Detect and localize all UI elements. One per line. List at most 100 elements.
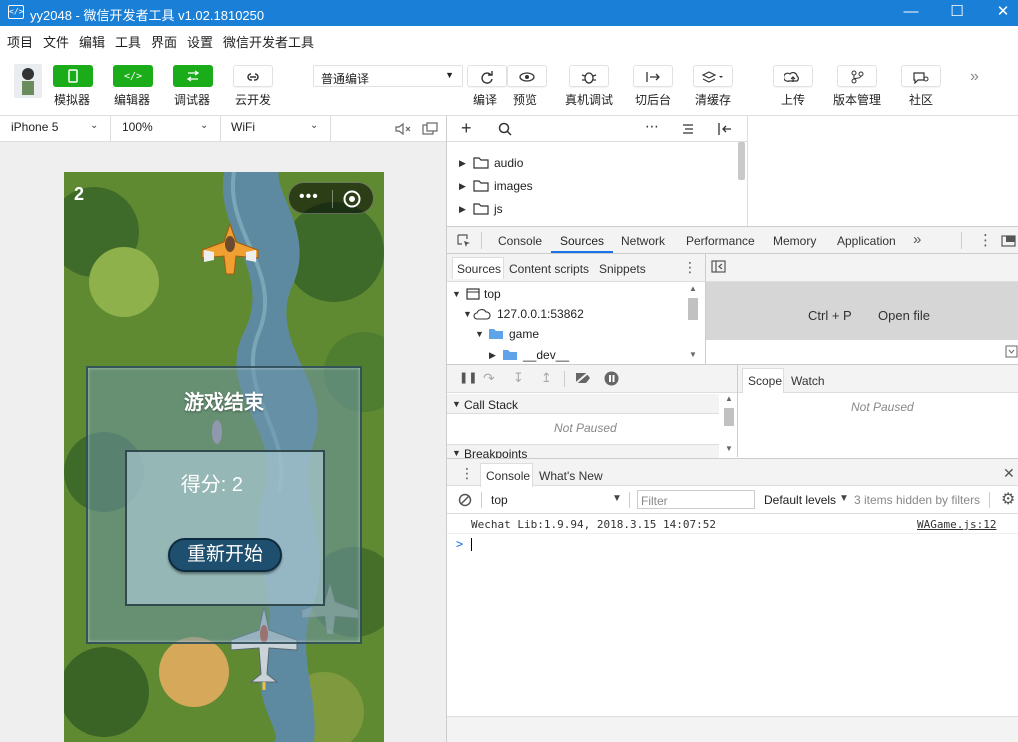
more-chevrons-icon[interactable]: » xyxy=(970,68,979,86)
inspect-element-icon[interactable] xyxy=(457,234,471,248)
compile-button[interactable] xyxy=(467,65,507,87)
background-button[interactable] xyxy=(633,65,673,87)
menu-project[interactable]: 项目 xyxy=(7,32,33,51)
toggle-editor-icon[interactable] xyxy=(717,122,733,136)
more-tabs-icon[interactable]: » xyxy=(913,231,921,248)
breakpoints-title: Breakpoints xyxy=(464,447,528,458)
tab-performance[interactable]: Performance xyxy=(686,234,755,248)
format-icon[interactable] xyxy=(1005,345,1018,358)
scope-watch-tabs: Scope Watch xyxy=(738,365,1018,393)
devtools-tab-bar: Console Sources Network Performance Memo… xyxy=(447,226,1018,254)
sidebar-scrollbar[interactable]: ▲ ▼ xyxy=(723,394,735,456)
navigator-scrollbar[interactable]: ▲ ▼ xyxy=(687,284,698,364)
menu-settings[interactable]: 设置 xyxy=(187,32,213,51)
collapse-tree-icon[interactable] xyxy=(681,123,695,135)
log-levels-select[interactable]: Default levels xyxy=(764,493,836,507)
detach-window-icon[interactable] xyxy=(422,122,438,136)
device-model-select[interactable]: iPhone 5 xyxy=(11,120,58,134)
cloud-upload-icon xyxy=(783,72,799,82)
clear-cache-button[interactable] xyxy=(693,65,733,87)
version-control-button[interactable] xyxy=(837,65,877,87)
toggle-navigator-icon[interactable] xyxy=(711,260,727,274)
step-over-icon[interactable]: ↷ xyxy=(483,370,495,387)
eye-icon xyxy=(519,72,535,82)
cloud-dev-button[interactable] xyxy=(233,65,273,87)
tab-watch[interactable]: Watch xyxy=(791,374,825,388)
dock-icon[interactable] xyxy=(1001,235,1017,247)
tab-sources[interactable]: Sources xyxy=(560,234,604,248)
close-miniprogram-icon[interactable] xyxy=(342,189,362,209)
more-options-icon[interactable]: ••• xyxy=(299,188,319,206)
menu-edit[interactable]: 编辑 xyxy=(79,32,105,51)
kebab-menu-icon[interactable]: ⋮ xyxy=(683,259,697,276)
close-button[interactable]: ✕ xyxy=(980,0,1018,26)
filter-placeholder: Filter xyxy=(641,494,668,508)
tab-console[interactable]: Console xyxy=(498,234,542,248)
network-select[interactable]: WiFi xyxy=(231,120,255,134)
step-out-icon[interactable]: ↥ xyxy=(541,370,552,386)
capsule-menu: ••• xyxy=(288,182,374,214)
debugger-toggle-button[interactable] xyxy=(173,65,213,87)
tab-memory[interactable]: Memory xyxy=(773,234,816,248)
score-counter: 2 xyxy=(74,184,85,204)
nav-host-label: 127.0.0.1:53862 xyxy=(497,307,584,321)
avatar[interactable] xyxy=(14,64,42,98)
right-panel: + ⋯ ▶ audio ▶ images ▶ js Console Source… xyxy=(446,116,1018,742)
filter-input[interactable]: Filter xyxy=(637,490,755,509)
console-drawer-tabs: ⋮ Console What's New ✕ xyxy=(447,458,1018,487)
tree-scrollbar[interactable] xyxy=(738,142,745,180)
remote-debug-button[interactable] xyxy=(569,65,609,87)
menu-file[interactable]: 文件 xyxy=(43,32,69,51)
pause-icon[interactable]: ❚❚ xyxy=(459,371,477,384)
step-into-icon[interactable]: ↧ xyxy=(513,370,524,386)
switch-background-icon xyxy=(646,72,660,82)
community-button[interactable] xyxy=(901,65,941,87)
console-prompt-row[interactable]: > xyxy=(447,534,1018,554)
deactivate-breakpoints-icon[interactable] xyxy=(574,371,592,385)
preview-button[interactable] xyxy=(507,65,547,87)
clear-console-icon[interactable] xyxy=(458,493,472,507)
drawer-tab-whats-new[interactable]: What's New xyxy=(539,469,603,483)
menu-interface[interactable]: 界面 xyxy=(151,32,177,51)
log-source-link[interactable]: WAGame.js:12 xyxy=(917,518,996,531)
editor-toggle-button[interactable]: </> xyxy=(113,65,153,87)
close-drawer-icon[interactable]: ✕ xyxy=(1003,465,1015,482)
search-icon[interactable] xyxy=(498,122,512,136)
menu-wechat-devtools[interactable]: 微信开发者工具 xyxy=(223,32,314,51)
context-select[interactable]: top xyxy=(491,493,508,507)
gear-icon[interactable]: ⚙ xyxy=(1001,489,1015,509)
menu-tools[interactable]: 工具 xyxy=(115,32,141,51)
tab-network[interactable]: Network xyxy=(621,234,665,248)
kebab-menu-icon[interactable]: ⋮ xyxy=(460,465,474,482)
compile-mode-select[interactable]: 普通编译 ▼ xyxy=(313,65,463,87)
drawer-tab-console[interactable]: Console xyxy=(486,469,530,483)
nav-game-label: game xyxy=(509,327,540,341)
simulator-toggle-button[interactable] xyxy=(53,65,93,87)
pause-on-exceptions-icon[interactable] xyxy=(604,371,620,387)
kebab-menu-icon[interactable]: ⋮ xyxy=(978,231,993,249)
subtab-sources[interactable]: Sources xyxy=(457,262,501,276)
tab-scope[interactable]: Scope xyxy=(748,374,782,388)
subtab-snippets[interactable]: Snippets xyxy=(599,262,646,276)
tab-application[interactable]: Application xyxy=(837,234,896,248)
community-label: 社区 xyxy=(909,93,934,107)
zoom-select[interactable]: 100% xyxy=(122,120,153,134)
tree-item-label: audio xyxy=(494,156,524,170)
upload-button[interactable] xyxy=(773,65,813,87)
dropdown-arrow-icon: ▼ xyxy=(839,493,849,504)
editor-tab-bar xyxy=(706,254,1018,282)
minimize-button[interactable]: — xyxy=(888,0,934,26)
subtab-content-scripts[interactable]: Content scripts xyxy=(509,262,589,276)
chevron-down-icon: ⌄ xyxy=(200,120,209,131)
add-file-icon[interactable]: + xyxy=(461,118,472,139)
call-stack-status: Not Paused xyxy=(554,421,617,435)
console-log-row: Wechat Lib:1.9.94, 2018.3.15 14:07:52 WA… xyxy=(447,514,1018,534)
more-icon[interactable]: ⋯ xyxy=(645,118,659,135)
call-stack-header[interactable]: ▼ Call Stack xyxy=(447,394,719,414)
restart-button[interactable]: 重新开始 xyxy=(168,538,282,572)
maximize-button[interactable]: ☐ xyxy=(934,0,980,26)
breakpoints-header[interactable]: ▼ Breakpoints xyxy=(447,444,719,458)
game-canvas[interactable]: 2 ••• 游戏结束 得分: 2 重新开始 xyxy=(64,172,384,742)
mute-icon[interactable] xyxy=(394,122,412,136)
layers-icon xyxy=(701,71,723,83)
